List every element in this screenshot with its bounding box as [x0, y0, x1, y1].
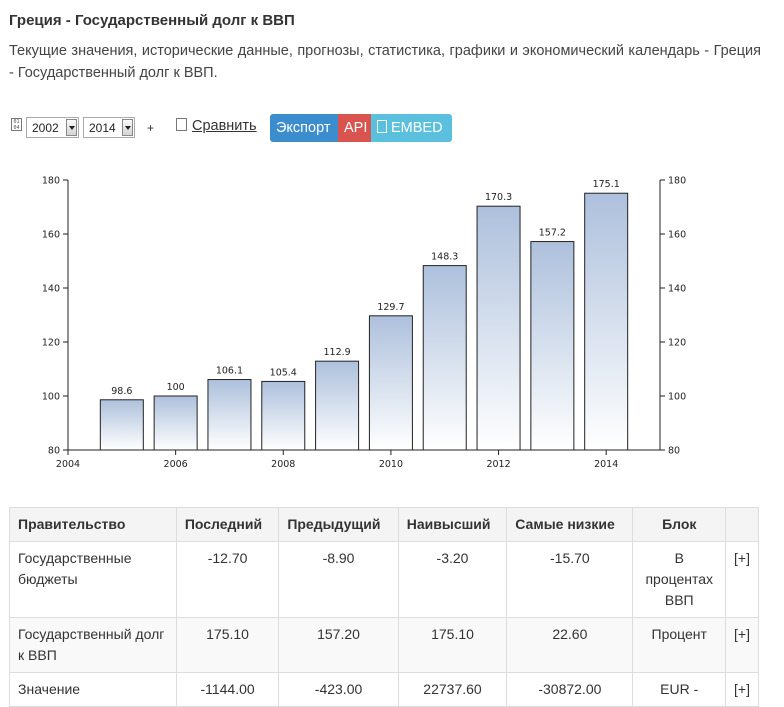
- row-lowest: 22.60: [506, 617, 634, 673]
- bar-2013: [530, 241, 575, 451]
- row-highest: 22737.60: [397, 672, 508, 707]
- data-label-2012: 170.3: [485, 192, 512, 203]
- y-tick-label-right-180: 180: [668, 176, 686, 187]
- row-name[interactable]: Государственные бюджеты: [9, 541, 177, 618]
- header-expand: [725, 507, 759, 542]
- header-previous: Предыдущий: [278, 507, 399, 542]
- table-row: Государственный долг к ВВП 175.10 157.20…: [9, 617, 759, 673]
- compare-link[interactable]: Сравнить: [192, 118, 257, 134]
- data-label-2006: 100: [167, 382, 185, 393]
- data-label-2005: 98.6: [111, 386, 132, 397]
- row-last: -1144.00: [175, 672, 280, 707]
- bar-2014: [584, 192, 629, 451]
- data-table: Правительство Последний Предыдущий Наивы…: [9, 507, 759, 707]
- row-unit: В процентах ВВП: [632, 541, 726, 618]
- y-tick-label-right-100: 100: [668, 392, 686, 403]
- end-year-select[interactable]: 2014: [83, 117, 135, 138]
- expand-link[interactable]: [+]: [725, 541, 759, 618]
- y-tick-label-left-140: 140: [42, 284, 60, 295]
- y-tick-label-right-80: 80: [668, 446, 680, 457]
- page-title: Греция - Государственный долг к ВВП: [9, 12, 295, 29]
- y-tick-label-left-80: 80: [48, 446, 60, 457]
- y-tick-label-left-100: 100: [42, 392, 60, 403]
- export-button[interactable]: Экспорт: [270, 114, 338, 142]
- data-label-2009: 112.9: [323, 347, 350, 358]
- start-year-select[interactable]: 2002: [26, 117, 79, 138]
- end-year-value: 2014: [89, 121, 116, 135]
- embed-label: EMBED: [391, 120, 443, 136]
- row-previous: -8.90: [278, 541, 399, 618]
- toolbar: 01 04 2002 2014 + Сравнить Экспорт API E…: [9, 114, 479, 142]
- bar-2011: [422, 265, 467, 451]
- expand-link[interactable]: [+]: [725, 617, 759, 673]
- row-unit: Процент: [632, 617, 726, 673]
- bar-2012: [476, 205, 521, 451]
- bar-2006: [153, 395, 198, 451]
- data-label-2011: 148.3: [431, 252, 458, 263]
- row-lowest: -15.70: [506, 541, 634, 618]
- row-unit: EUR -: [632, 672, 726, 707]
- calendar-icon[interactable]: 01 04: [11, 118, 22, 131]
- plus-sign: +: [147, 121, 155, 135]
- x-tick-label-2004: 2004: [56, 459, 80, 470]
- embed-icon: [377, 120, 387, 133]
- data-label-2010: 129.7: [377, 302, 404, 313]
- y-tick-label-right-160: 160: [668, 230, 686, 241]
- data-label-2007: 106.1: [216, 366, 243, 377]
- data-label-2013: 157.2: [539, 228, 566, 239]
- row-highest: -3.20: [397, 541, 508, 618]
- y-tick-label-left-160: 160: [42, 230, 60, 241]
- header-lowest: Самые низкие: [506, 507, 634, 542]
- table-row: Государственные бюджеты -12.70 -8.90 -3.…: [9, 541, 759, 618]
- y-tick-label-right-140: 140: [668, 284, 686, 295]
- bar-chart: 98.6 100 106.1 105.4 112.9 129.7 148.3 170.3 157…: [42, 176, 686, 471]
- y-tick-label-right-120: 120: [668, 338, 686, 349]
- row-lowest: -30872.00: [506, 672, 634, 707]
- data-label-2008: 105.4: [270, 367, 297, 378]
- bar-2008: [261, 380, 306, 451]
- x-tick-label-2008: 2008: [271, 459, 295, 470]
- header-highest: Наивысший: [397, 507, 508, 542]
- header-unit: Блок: [632, 507, 726, 542]
- bar-2007: [207, 379, 252, 451]
- api-button[interactable]: API: [338, 114, 371, 142]
- row-name[interactable]: Значение: [9, 672, 177, 707]
- row-last: -12.70: [175, 541, 280, 618]
- header-government: Правительство: [9, 507, 177, 542]
- x-tick-label-2006: 2006: [164, 459, 188, 470]
- start-year-value: 2002: [32, 121, 59, 135]
- expand-link[interactable]: [+]: [725, 672, 759, 707]
- compare-icon[interactable]: [176, 118, 187, 131]
- y-tick-label-left-180: 180: [42, 176, 60, 187]
- row-highest: 175.10: [397, 617, 508, 673]
- bar-2009: [315, 360, 360, 451]
- row-previous: 157.20: [278, 617, 399, 673]
- table-header-row: Правительство Последний Предыдущий Наивы…: [9, 507, 759, 542]
- bar-2005: [99, 399, 144, 451]
- chevron-down-icon[interactable]: [66, 119, 77, 136]
- x-tick-label-2010: 2010: [379, 459, 403, 470]
- chevron-down-icon[interactable]: [122, 119, 133, 136]
- x-tick-label-2012: 2012: [486, 459, 510, 470]
- data-label-2014: 175.1: [593, 179, 620, 190]
- row-name[interactable]: Государственный долг к ВВП: [9, 617, 177, 673]
- embed-button[interactable]: EMBED: [371, 114, 452, 142]
- table-row: Значение -1144.00 -423.00 22737.60 -3087…: [9, 672, 759, 707]
- row-previous: -423.00: [278, 672, 399, 707]
- page-description: Текущие значения, исторические данные, п…: [9, 43, 761, 81]
- y-tick-label-left-120: 120: [42, 338, 60, 349]
- bars-layer: 98.6 100 106.1 105.4 112.9 129.7 148.3 170.3 157…: [99, 179, 629, 451]
- row-last: 175.10: [175, 617, 280, 673]
- x-tick-label-2014: 2014: [594, 459, 618, 470]
- bar-2010: [368, 315, 413, 451]
- header-last: Последний: [175, 507, 280, 542]
